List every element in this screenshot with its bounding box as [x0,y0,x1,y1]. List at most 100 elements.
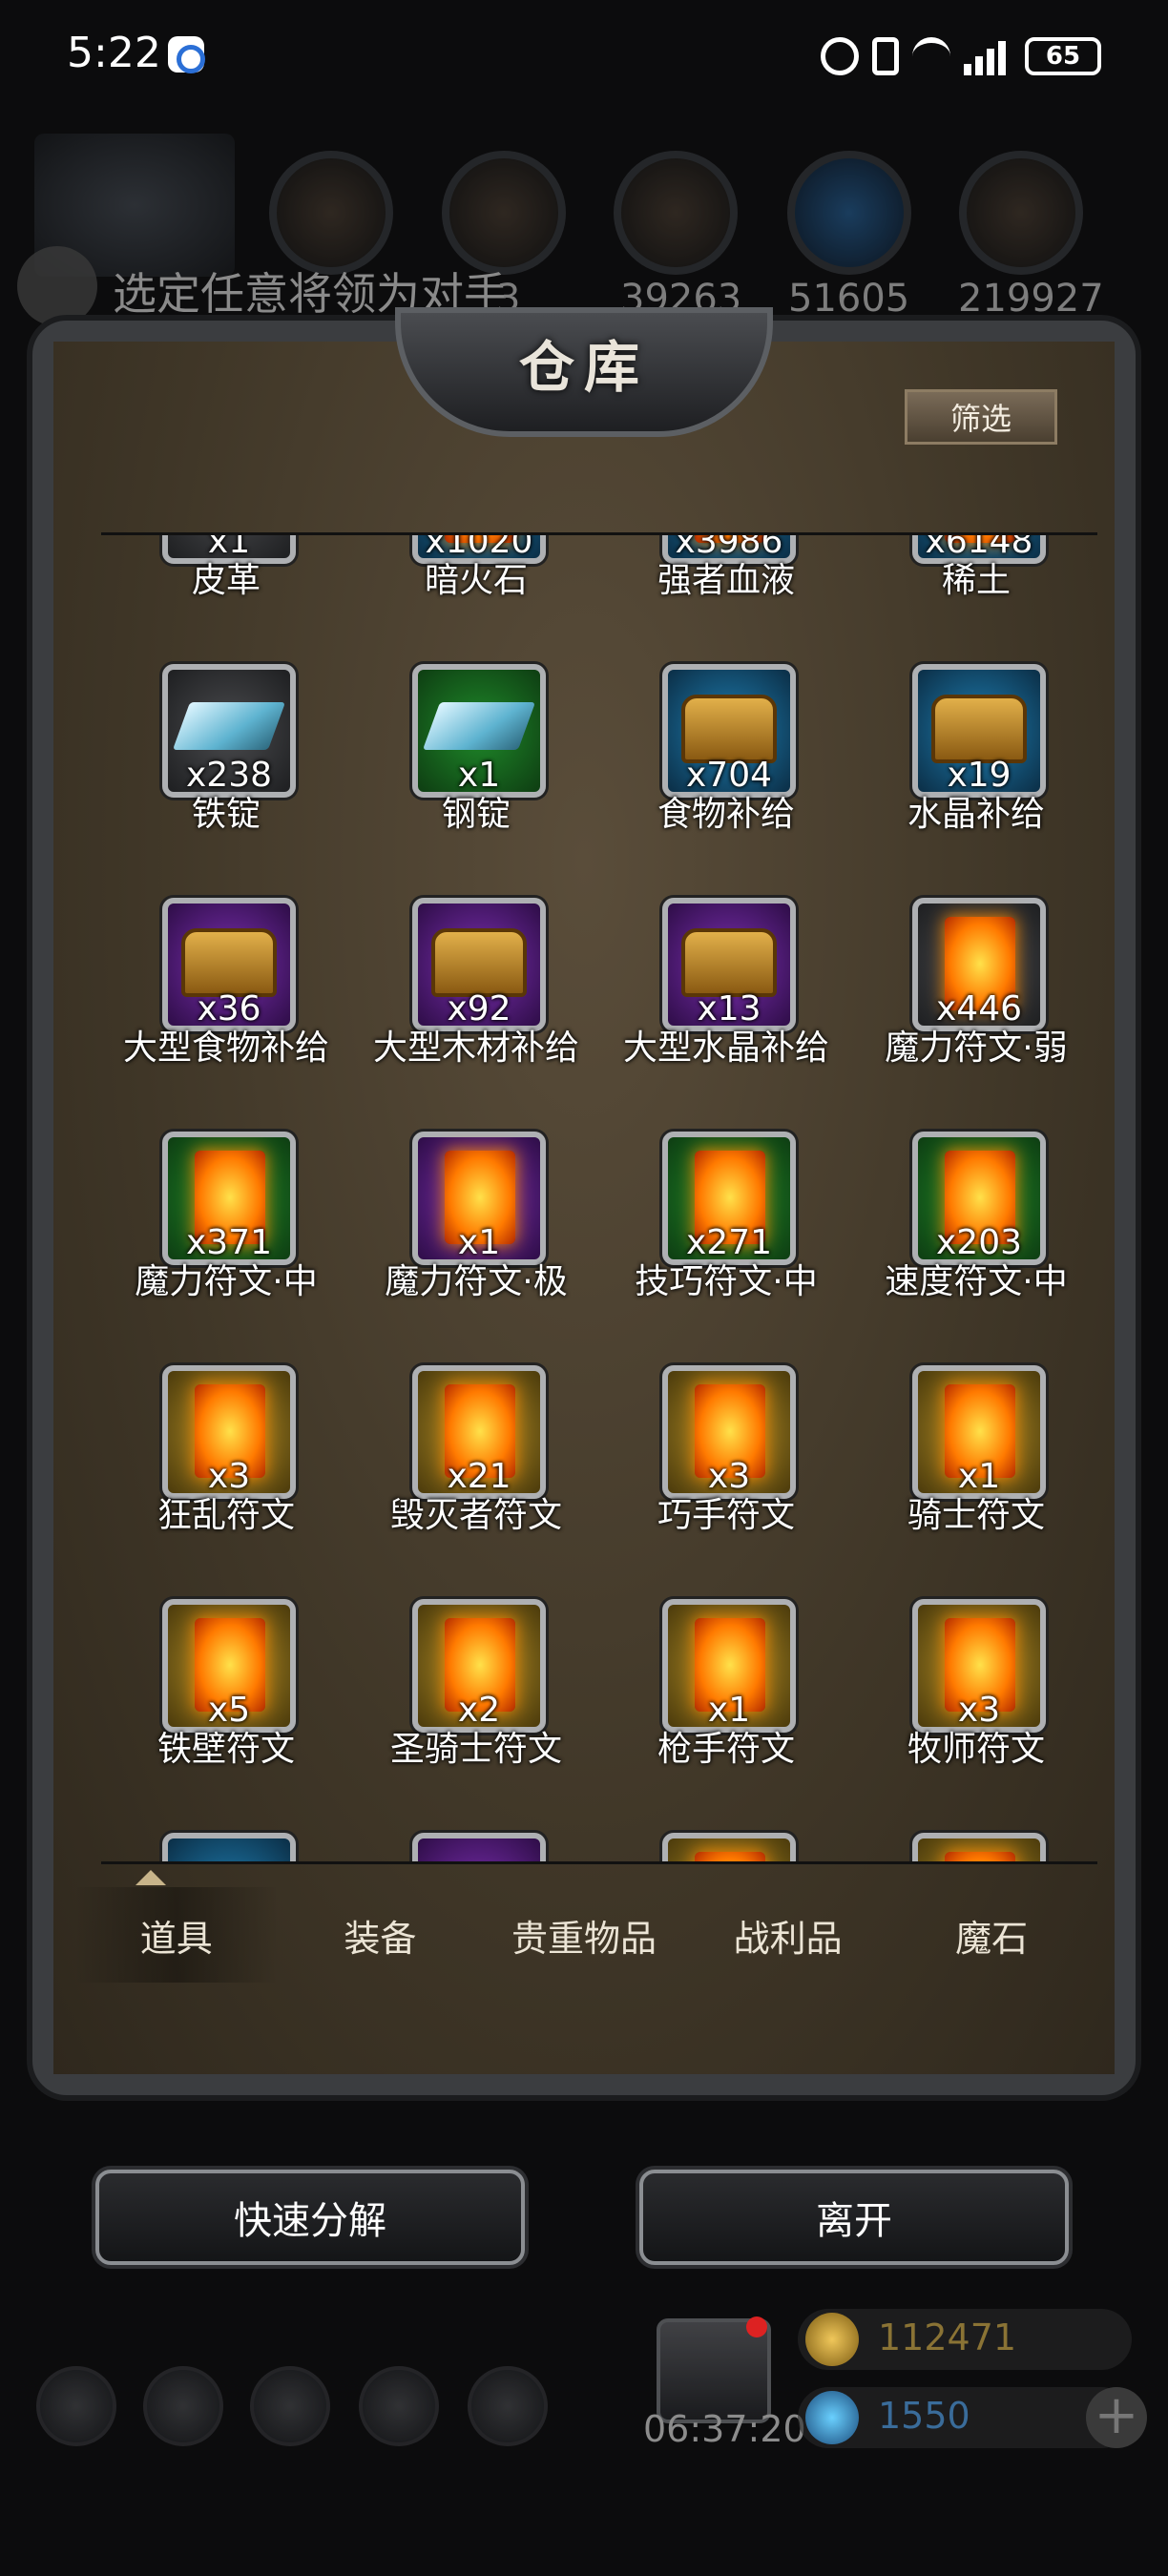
item-list[interactable]: x1 皮革 x1020 暗火石 x3986 强者血液 x6148 稀土 x238 铁锭 x1 钢锭 x7… [101,532,1097,1864]
inventory-item[interactable]: x5 铁壁符文 [101,1599,351,1790]
shop-icon[interactable] [468,2366,548,2446]
inventory-item[interactable]: x1 皮革 [101,535,351,621]
inventory-item[interactable]: x371 魔力符文·中 [101,1132,351,1322]
chest-icon [431,928,527,997]
mail-icon[interactable] [359,2366,439,2446]
item-name: 稀土 [941,561,1011,600]
challenge-icon [17,246,97,326]
inventory-item[interactable]: x1020 暗火石 [351,535,601,621]
inventory-item[interactable] [601,1833,851,1861]
inventory-item[interactable]: x1 魔力符文·极 [351,1132,601,1322]
rune-icon [945,1852,1015,1861]
status-icons: 65 [821,32,1101,80]
inventory-item[interactable]: x3986 强者血液 [601,535,851,621]
inventory-item[interactable]: x446 魔力符文·弱 [851,898,1097,1089]
inventory-item[interactable]: x36 大型食物补给 [101,898,351,1089]
item-name: 皮革 [191,561,261,600]
item-name: 魔力符文·极 [385,1262,568,1301]
gem-icon [805,2391,859,2444]
item-name: 暗火石 [424,561,528,600]
resource-count: 219927 [958,277,1104,321]
inventory-item[interactable] [351,1833,601,1861]
tab-valuables[interactable]: 贵重物品 [482,1887,686,1983]
item-name: 水晶补给 [907,795,1045,834]
rune-icon [695,1852,765,1861]
item-name: 大型水晶补给 [622,1028,829,1068]
tab-magic-stones[interactable]: 魔石 [889,1887,1094,1983]
add-gems-button[interactable]: + [1086,2387,1147,2448]
settings-icon[interactable] [36,2366,116,2446]
gold-amount: 112471 [878,2316,1017,2358]
item-name: 技巧符文·中 [635,1262,818,1301]
inventory-item[interactable]: x2 圣骑士符文 [351,1599,601,1790]
warehouse-panel: 仓库 筛选 x1 皮革 x1020 暗火石 x3986 强者血液 x6148 稀土 x238 铁锭… [32,307,1136,2095]
ingot-icon [172,702,286,750]
inventory-item[interactable]: x6148 稀土 [851,535,1097,621]
crystal-resource-icon [787,151,911,275]
vibrate-icon [872,37,899,75]
item-name: 圣骑士符文 [389,1730,562,1769]
item-name: 大型食物补给 [122,1028,329,1068]
inventory-item[interactable] [851,1833,1097,1861]
inventory-item[interactable]: x3 狂乱符文 [101,1365,351,1556]
inventory-item[interactable]: x271 技巧符文·中 [601,1132,851,1322]
item-name: 骑士符文 [907,1496,1045,1535]
chest-icon [681,695,777,763]
inventory-item[interactable]: x13 大型水晶补给 [601,898,851,1089]
ingot-icon [422,702,536,750]
tab-loot[interactable]: 战利品 [686,1887,890,1983]
signal-icon [964,37,1012,75]
battery-indicator: 65 [1025,37,1101,75]
item-name: 速度符文·中 [885,1262,1068,1301]
category-tabs: 道具 装备 贵重物品 战利品 魔石 [74,1887,1094,1983]
item-name: 食物补给 [657,795,795,834]
gem-counter: 1550 [798,2387,1132,2448]
panel-title: 仓库 [518,335,649,400]
inventory-item[interactable]: x238 铁锭 [101,664,351,855]
item-name: 牧师符文 [907,1730,1045,1769]
inventory-item[interactable]: x19 水晶补给 [851,664,1097,855]
item-slot[interactable] [412,1833,546,1861]
formation-icon[interactable] [250,2366,330,2446]
quick-decompose-button[interactable]: 快速分解 [95,2170,525,2265]
gift-timer: 06:37:20 [643,2408,806,2450]
resource-count: 51605 [788,277,910,321]
hero-icon[interactable] [143,2366,223,2446]
tab-items[interactable]: 道具 [74,1887,279,1983]
status-time: 5:22 [67,29,161,77]
app-notification-icon [168,36,205,73]
item-name: 钢锭 [441,795,511,834]
leave-button[interactable]: 离开 [639,2170,1069,2265]
ore-resource-icon [959,151,1083,275]
chest-icon [181,928,277,997]
inventory-item[interactable]: x3 巧手符文 [601,1365,851,1556]
filter-button[interactable]: 筛选 [905,389,1057,445]
inventory-item[interactable]: x704 食物补给 [601,664,851,855]
item-slot[interactable] [162,1833,296,1861]
meat-resource-icon [269,151,393,275]
gold-coin-icon [805,2313,859,2366]
item-name: 狂乱符文 [156,1496,295,1535]
inventory-item[interactable] [101,1833,351,1861]
gem-amount: 1550 [878,2395,970,2437]
inventory-item[interactable]: x1 枪手符文 [601,1599,851,1790]
status-bar: 5:22 65 [0,0,1168,114]
inventory-item[interactable]: x3 牧师符文 [851,1599,1097,1790]
notification-dot [746,2316,767,2337]
chest-icon [931,695,1027,763]
gold-counter: 112471 [798,2309,1132,2370]
item-name: 巧手符文 [657,1496,795,1535]
item-slot[interactable] [912,1833,1046,1861]
tab-equipment[interactable]: 装备 [279,1887,483,1983]
inventory-item[interactable]: x92 大型木材补给 [351,898,601,1089]
iron-resource-icon [614,151,738,275]
item-name: 魔力符文·中 [135,1262,318,1301]
chest-icon [681,928,777,997]
item-slot[interactable] [662,1833,796,1861]
inventory-item[interactable]: x21 毁灭者符文 [351,1365,601,1556]
inventory-item[interactable]: x203 速度符文·中 [851,1132,1097,1322]
inventory-item[interactable]: x1 钢锭 [351,664,601,855]
alarm-icon [821,37,859,75]
active-tab-marker [136,1870,166,1885]
inventory-item[interactable]: x1 骑士符文 [851,1365,1097,1556]
